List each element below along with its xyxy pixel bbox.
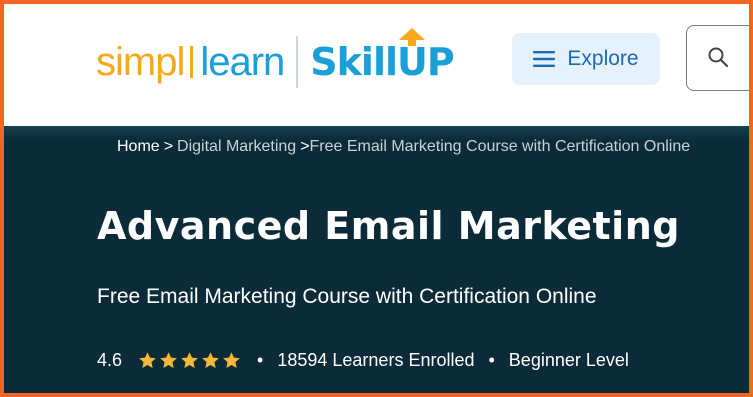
- rating-stars: [138, 351, 243, 370]
- course-subtitle: Free Email Marketing Course with Certifi…: [97, 285, 597, 308]
- star-icon: [223, 352, 240, 368]
- hamburger-menu-icon: [533, 51, 556, 67]
- meta-bullet: •: [488, 350, 495, 370]
- star-icon: [160, 352, 177, 368]
- star-icon: [181, 352, 198, 368]
- page-frame: simpl learn Skill UP Explore Home > Digi…: [0, 0, 753, 397]
- logo-mark: [187, 42, 197, 82]
- course-meta: 4.6 • 18594 Learners Enrolled • Beginner…: [97, 350, 629, 371]
- breadcrumb-separator: >: [300, 138, 310, 155]
- logo-divider: [296, 36, 299, 88]
- rating-value: 4.6: [97, 350, 123, 370]
- search-input[interactable]: [686, 25, 749, 91]
- logo-text-simpl: simpl: [96, 39, 185, 84]
- star-icon: [202, 352, 219, 368]
- up-arrow-icon: [399, 28, 426, 46]
- site-header: simpl learn Skill UP Explore: [4, 4, 749, 126]
- course-level: Beginner Level: [508, 350, 629, 370]
- search-icon[interactable]: [707, 46, 729, 68]
- breadcrumb-separator: >: [163, 138, 174, 155]
- breadcrumb: Home > Digital Marketing >Free Email Market…: [117, 138, 690, 156]
- breadcrumb-home-link[interactable]: Home: [117, 138, 160, 155]
- star-icon: [139, 352, 156, 368]
- learners-enrolled: 18594 Learners Enrolled: [277, 350, 475, 370]
- breadcrumb-current: Free Email Marketing Course with Certifi…: [309, 138, 691, 155]
- course-title: Advanced Email Marketing: [97, 204, 680, 248]
- explore-label: Explore: [567, 47, 639, 70]
- logo-up-wrapper: UP: [397, 28, 455, 84]
- breadcrumb-category-link[interactable]: Digital Marketing: [177, 138, 296, 155]
- simplilearn-skillup-logo[interactable]: simpl learn Skill UP: [96, 28, 455, 92]
- explore-button[interactable]: Explore: [512, 33, 660, 85]
- logo-text-up: UP: [397, 40, 455, 84]
- logo-text-learn: learn: [200, 39, 285, 84]
- meta-bullet: •: [257, 350, 264, 370]
- logo-text-skill: Skill: [310, 40, 398, 84]
